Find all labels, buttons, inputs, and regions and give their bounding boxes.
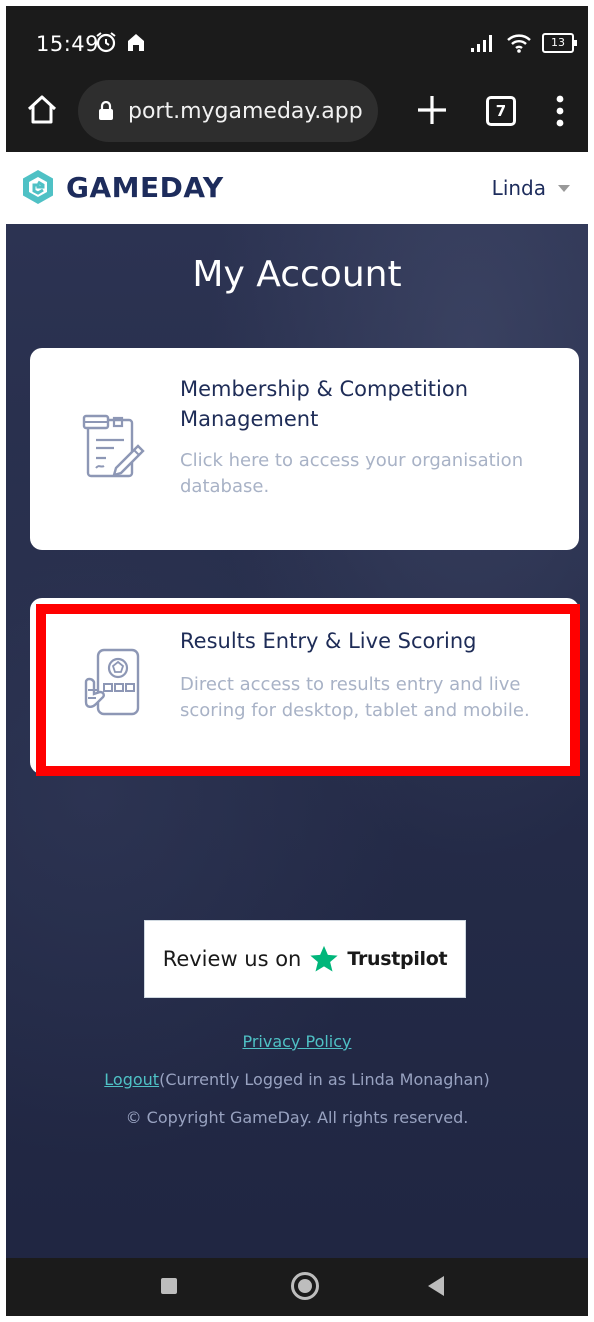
status-icons-left <box>94 30 148 54</box>
privacy-policy-link[interactable]: Privacy Policy <box>242 1032 351 1051</box>
status-icons-right: 13 <box>470 32 577 54</box>
page-title: My Account <box>192 254 402 295</box>
results-entry-card[interactable]: Results Entry & Live Scoring Direct acce… <box>30 598 579 774</box>
form-edit-icon <box>82 414 145 478</box>
signal-icon <box>471 35 492 52</box>
lock-icon <box>99 101 113 120</box>
site-header: GAMEDAY Linda <box>6 152 588 224</box>
mobile-scoring-icon <box>84 648 140 716</box>
card-description: Direct access to results entry and live … <box>180 674 530 721</box>
more-menu-icon[interactable] <box>554 94 566 128</box>
gameday-logo-icon <box>23 170 53 204</box>
card-title: Results Entry & Live Scoring <box>180 629 477 653</box>
status-bar: 15:49 13 <box>6 6 588 72</box>
phone-screen: 15:49 13 port.mygameday.app 7 GAMEDAY Li… <box>6 6 588 1316</box>
gameday-logo[interactable]: GAMEDAY <box>20 168 224 206</box>
trustpilot-brand: Trustpilot <box>347 948 448 970</box>
back-icon[interactable] <box>428 1276 444 1296</box>
recents-icon[interactable] <box>161 1278 177 1294</box>
logo-text: GAMEDAY <box>66 170 224 204</box>
trustpilot-review-button[interactable]: Review us on Trustpilot <box>144 920 466 998</box>
privacy-policy-row: Privacy Policy <box>6 1032 588 1051</box>
membership-card[interactable]: Membership & Competition Management Clic… <box>30 348 579 550</box>
card-description: Click here to access your organisation d… <box>180 450 524 497</box>
star-icon <box>310 945 338 972</box>
new-tab-icon[interactable] <box>412 90 452 130</box>
system-nav-bar <box>6 1258 588 1316</box>
user-name: Linda <box>491 176 546 200</box>
copyright-text: © Copyright GameDay. All rights reserved… <box>125 1108 469 1127</box>
tab-switcher-button[interactable]: 7 <box>486 96 516 126</box>
browser-home-icon[interactable] <box>24 92 60 128</box>
logout-row: Logout(Currently Logged in as Linda Mona… <box>6 1070 588 1089</box>
url-text: port.mygameday.app <box>128 98 363 124</box>
chevron-down-icon <box>558 184 570 192</box>
logged-in-as-text: (Currently Logged in as Linda Monaghan) <box>159 1070 490 1089</box>
main-content: My Account Membership & Competition Mana… <box>6 224 588 1258</box>
alarm-icon <box>96 32 116 53</box>
browser-toolbar: port.mygameday.app 7 <box>6 72 588 152</box>
home-nav-icon[interactable] <box>291 1272 319 1300</box>
user-menu[interactable]: Linda <box>492 176 570 200</box>
wifi-icon <box>507 34 531 53</box>
trustpilot-prefix: Review us on <box>162 947 302 971</box>
url-bar[interactable]: port.mygameday.app <box>78 80 378 142</box>
logout-link[interactable]: Logout <box>104 1070 159 1089</box>
home-status-icon <box>128 34 144 51</box>
status-time: 15:49 <box>36 32 100 56</box>
card-title: Membership & Competition Management <box>180 377 469 431</box>
battery-icon: 13 <box>542 33 577 53</box>
